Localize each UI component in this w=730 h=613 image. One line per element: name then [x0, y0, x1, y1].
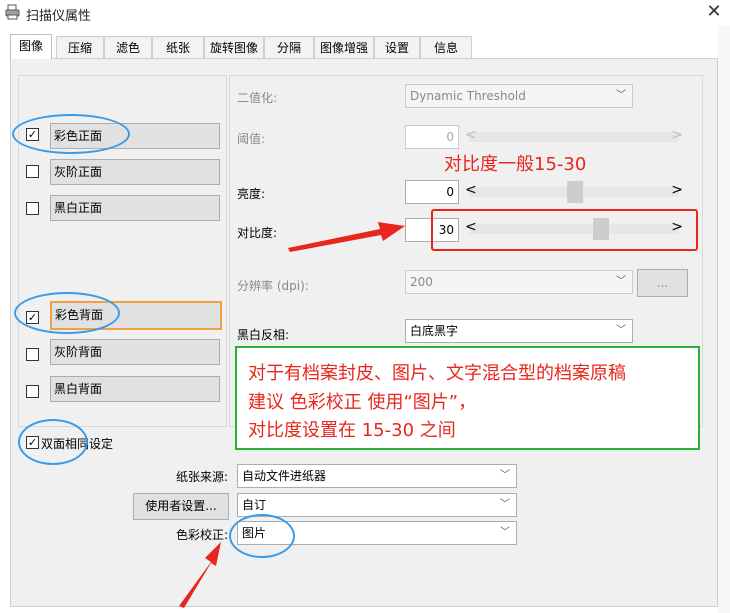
tab-image[interactable]: 图像 [10, 34, 52, 59]
annotation-arrows [179, 222, 405, 608]
arrow-to-color-correction-icon [179, 542, 221, 608]
arrow-to-contrast-icon [288, 222, 405, 252]
